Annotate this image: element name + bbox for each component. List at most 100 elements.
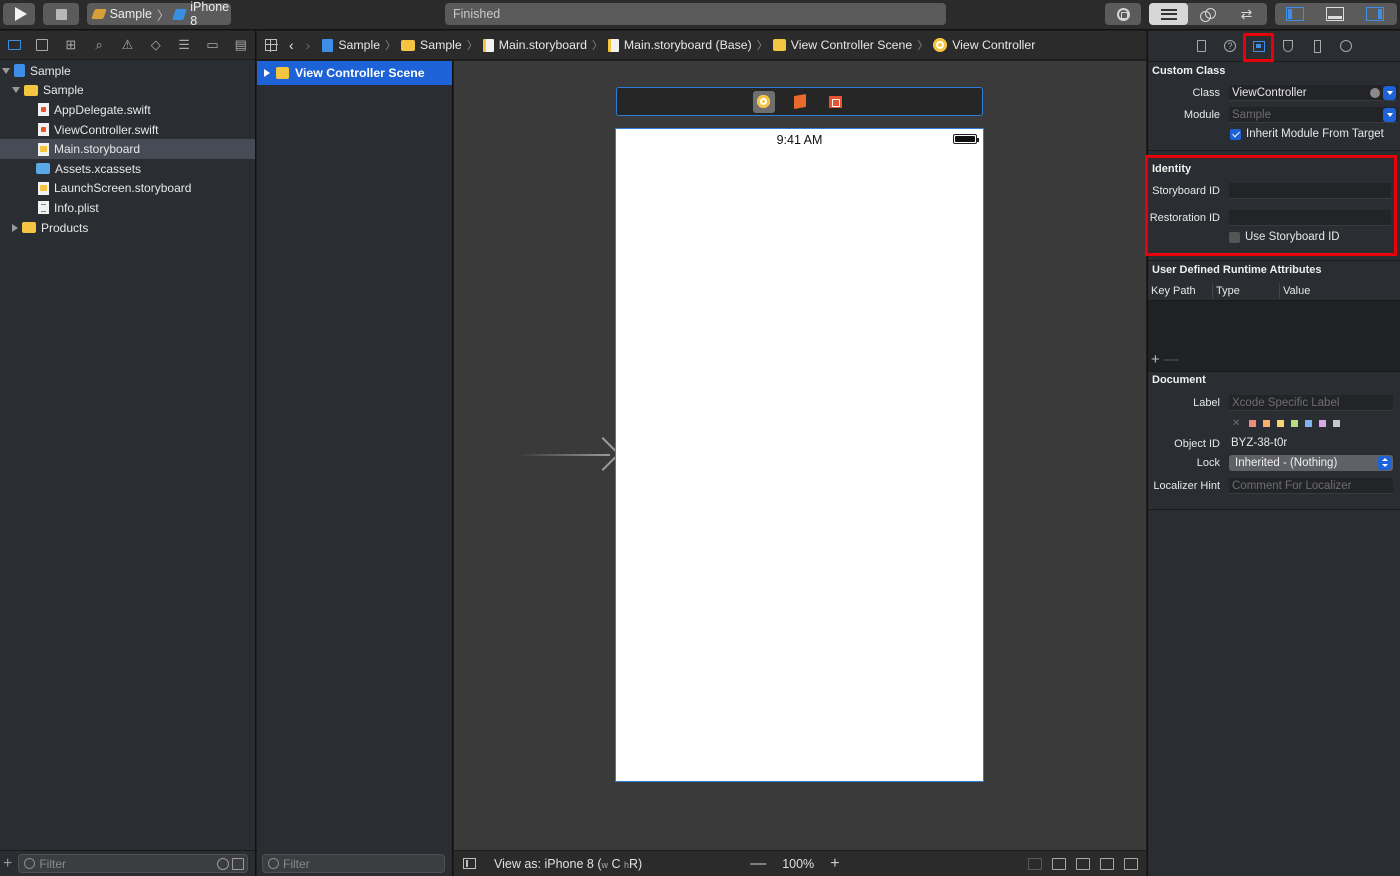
breadcrumb-item[interactable]: Sample [322, 38, 380, 52]
forward-button[interactable]: › [306, 37, 311, 53]
inherit-module-checkbox[interactable] [1230, 129, 1241, 140]
symbol-navigator-tab[interactable]: ⊞ [57, 31, 85, 60]
test-navigator-tab[interactable]: ◇ [142, 31, 170, 60]
disclosure-triangle-icon[interactable] [12, 87, 20, 94]
stack-icon[interactable] [1076, 857, 1090, 870]
color-swatch[interactable] [1319, 420, 1327, 427]
storyboard-canvas[interactable]: 9:41 AM [454, 61, 1146, 850]
class-dropdown-button[interactable] [1383, 86, 1396, 100]
run-button[interactable] [3, 3, 35, 25]
version-editor-button[interactable]: ⇄ [1227, 3, 1266, 25]
list-item[interactable]: ViewController.swift [0, 120, 255, 140]
column-header-key-path[interactable]: Key Path [1148, 285, 1212, 297]
color-swatch[interactable] [1249, 420, 1257, 427]
view-controller-dock-item[interactable] [752, 90, 775, 113]
device-icon [172, 8, 187, 20]
issue-navigator-tab[interactable]: ⚠ [113, 31, 141, 60]
find-navigator-tab[interactable]: ⌕ [85, 31, 113, 60]
align-icon[interactable] [1100, 857, 1114, 870]
source-control-tab[interactable] [28, 31, 56, 60]
list-item[interactable]: Assets.xcassets [0, 159, 255, 179]
scheme-selector[interactable]: Sample 〉 iPhone 8 [87, 0, 231, 28]
list-item[interactable]: LaunchScreen.storyboard [0, 179, 255, 199]
outline-item-view-controller-scene[interactable]: View Controller Scene [257, 61, 452, 85]
diamond-icon: ◇ [150, 37, 161, 52]
exit-dock-item[interactable] [825, 91, 847, 113]
color-swatch[interactable] [1263, 420, 1271, 427]
color-swatch[interactable] [1305, 420, 1313, 427]
list-item[interactable]: AppDelegate.swift [0, 100, 255, 120]
module-placeholder: Sample [1232, 109, 1271, 121]
list-item[interactable]: Main.storyboard [0, 139, 255, 159]
embed-in-stack-icon[interactable] [1052, 857, 1066, 870]
library-icon [1116, 7, 1130, 21]
list-item[interactable]: Sample [0, 81, 255, 101]
toggle-outline-button[interactable] [463, 858, 476, 869]
recent-files-icon[interactable] [217, 857, 230, 870]
navigator-filter-field[interactable]: Filter [18, 854, 249, 873]
remove-attribute-button[interactable]: — [1164, 351, 1179, 368]
report-navigator-tab[interactable]: ▤ [227, 31, 255, 60]
no-color-icon[interactable]: ✕ [1232, 418, 1240, 429]
breadcrumb-item[interactable]: Sample [401, 38, 462, 52]
connections-inspector-tab[interactable] [1337, 37, 1355, 55]
runtime-attributes-table[interactable] [1148, 301, 1400, 371]
color-swatch[interactable] [1291, 420, 1299, 427]
breadcrumb-item[interactable]: Main.storyboard (Base) [607, 38, 752, 52]
debug-icon: ☰ [178, 37, 190, 52]
project-icon [322, 38, 334, 52]
list-item[interactable]: Products [0, 218, 255, 238]
class-field[interactable]: ViewController [1229, 85, 1398, 101]
module-dropdown-button[interactable] [1383, 108, 1396, 122]
toggle-debug-area-button[interactable] [1315, 3, 1355, 25]
lock-dropdown[interactable]: Inherited - (Nothing) [1229, 455, 1393, 471]
breadcrumb-item[interactable]: View Controller Scene [772, 38, 912, 52]
color-swatch[interactable] [1333, 420, 1341, 427]
disclosure-triangle-icon[interactable] [12, 223, 18, 232]
source-control-filter-icon[interactable] [232, 857, 245, 870]
localizer-hint-field[interactable]: Comment For Localizer [1229, 478, 1393, 494]
left-pane-icon [1286, 7, 1304, 21]
go-to-class-icon[interactable] [1370, 88, 1380, 98]
assistant-editor-button[interactable] [1188, 3, 1227, 25]
size-inspector-tab[interactable] [1308, 37, 1326, 55]
quick-help-tab[interactable]: ? [1221, 37, 1239, 55]
column-header-value[interactable]: Value [1280, 285, 1310, 297]
debug-navigator-tab[interactable]: ☰ [170, 31, 198, 60]
toggle-navigator-button[interactable] [1275, 3, 1315, 25]
breadcrumb-label: Sample [420, 38, 462, 52]
zoom-in-button[interactable]: + [830, 855, 839, 873]
project-navigator-tab[interactable] [0, 31, 28, 60]
disclosure-triangle-icon[interactable] [264, 69, 270, 77]
zoom-out-button[interactable]: — [750, 855, 766, 873]
outline-filter-field[interactable]: Filter [262, 854, 445, 873]
first-responder-dock-item[interactable] [789, 91, 811, 113]
attributes-inspector-tab[interactable] [1279, 37, 1297, 55]
breadcrumb-item[interactable]: View Controller [933, 38, 1035, 52]
layout-tools [1028, 857, 1146, 870]
document-label-field[interactable]: Xcode Specific Label [1229, 395, 1393, 411]
update-frames-icon[interactable] [1028, 857, 1042, 870]
standard-editor-button[interactable] [1149, 3, 1188, 25]
column-header-type[interactable]: Type [1213, 285, 1279, 297]
list-item[interactable]: Sample [0, 61, 255, 81]
add-attribute-button[interactable]: + [1151, 351, 1160, 368]
add-file-button[interactable]: + [3, 855, 12, 873]
add-constraints-icon[interactable] [1124, 857, 1138, 870]
file-inspector-tab[interactable] [1192, 37, 1210, 55]
project-icon [14, 64, 25, 78]
back-button[interactable]: ‹ [289, 37, 294, 53]
toggle-inspector-button[interactable] [1355, 3, 1395, 25]
stop-button[interactable] [43, 3, 79, 25]
breadcrumb-item[interactable]: Main.storyboard [482, 38, 587, 52]
disclosure-triangle-icon[interactable] [2, 67, 10, 74]
related-items-icon[interactable] [264, 38, 278, 52]
breadcrumb-label: Main.storyboard [498, 38, 587, 52]
breakpoint-navigator-tab[interactable]: ▭ [198, 31, 226, 60]
library-button[interactable] [1105, 3, 1141, 25]
list-item[interactable]: Info.plist [0, 198, 255, 218]
color-swatch[interactable] [1277, 420, 1285, 427]
module-field[interactable]: Sample [1229, 107, 1398, 123]
view-as-device-button[interactable]: View as: iPhone 8 (w C hR) [494, 857, 642, 871]
view-controller-view[interactable]: 9:41 AM [615, 128, 984, 782]
